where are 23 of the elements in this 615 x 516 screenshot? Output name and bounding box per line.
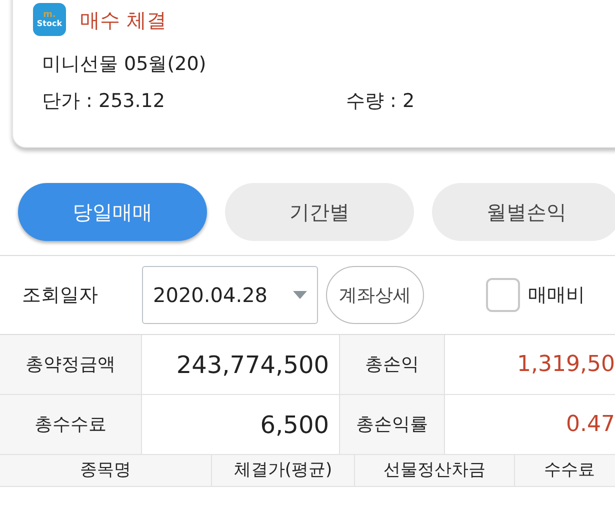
cost-checkbox[interactable] xyxy=(486,278,520,312)
column-header: 종목명 xyxy=(0,455,212,486)
query-date-label: 조회일자 xyxy=(22,282,99,308)
summary-label: 총약정금액 xyxy=(0,335,142,394)
summary-label: 총수수료 xyxy=(0,395,142,454)
column-header: 선물정산차금 xyxy=(355,455,515,486)
cost-checkbox-label: 매매비 xyxy=(528,282,585,308)
product-name: 미니선물 05월(20) xyxy=(42,52,208,77)
app-icon: m. Stock xyxy=(33,3,66,36)
summary-value: 0.47 xyxy=(565,411,615,439)
date-dropdown[interactable]: 2020.04.28 xyxy=(142,266,318,324)
column-header: 수수료 xyxy=(515,455,615,486)
column-header: 체결가(평균) xyxy=(212,455,355,486)
summary-value: 1,319,50 xyxy=(516,351,615,379)
notification-title: 매수 체결 xyxy=(80,6,166,34)
price-text: 단가 : 253.12 xyxy=(42,88,166,114)
tab[interactable]: 기간별 xyxy=(225,183,414,241)
quantity-text: 수량 : 2 xyxy=(346,88,415,114)
tab[interactable]: 월별손익 xyxy=(432,183,615,241)
summary-label: 총손익 xyxy=(340,335,445,394)
summary-label: 총손익률 xyxy=(340,395,445,454)
caret-icon xyxy=(293,291,307,299)
account-detail-button[interactable]: 계좌상세 xyxy=(326,266,424,324)
